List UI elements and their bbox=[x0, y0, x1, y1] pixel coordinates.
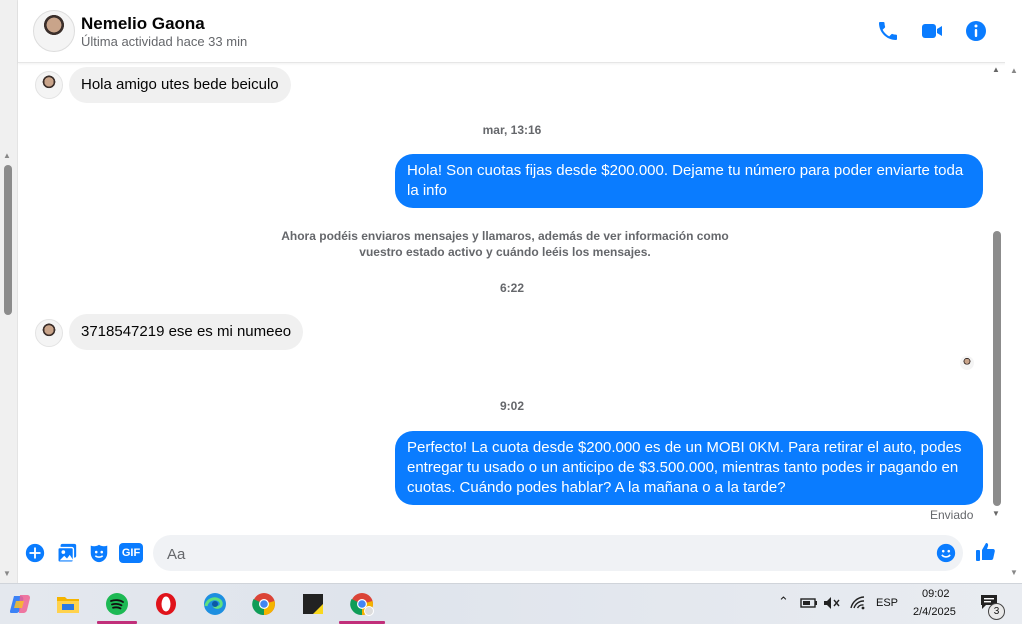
message-timestamp: mar, 13:16 bbox=[482, 123, 542, 137]
add-plus-icon[interactable] bbox=[24, 542, 46, 564]
contact-avatar[interactable] bbox=[33, 10, 75, 52]
opera-icon[interactable] bbox=[152, 590, 180, 618]
message-timestamp: 6:22 bbox=[499, 281, 525, 295]
sticker-icon[interactable] bbox=[88, 542, 110, 564]
photo-gallery-icon[interactable] bbox=[56, 542, 78, 564]
page-scroll-thumb[interactable] bbox=[4, 165, 12, 315]
scroll-up-arrow-icon[interactable]: ▲ bbox=[3, 152, 11, 160]
contact-avatar-small[interactable] bbox=[35, 319, 63, 347]
clock-time[interactable]: 09:02 bbox=[922, 588, 950, 600]
phone-call-icon[interactable] bbox=[876, 19, 900, 43]
scroll-down-arrow-icon[interactable]: ▼ bbox=[3, 570, 11, 578]
connection-notice: Ahora podéis enviaros mensajes y llamaro… bbox=[281, 229, 729, 259]
message-input[interactable] bbox=[165, 535, 929, 573]
copilot-icon[interactable] bbox=[6, 590, 34, 618]
thumbs-up-icon[interactable] bbox=[974, 540, 998, 564]
message-scrollbar[interactable]: ▲ ▼ bbox=[991, 63, 1003, 523]
show-hidden-icons-chevron-icon[interactable]: ⌃ bbox=[778, 594, 789, 610]
sticky-notes-icon[interactable] bbox=[299, 590, 327, 618]
message-timestamp: 9:02 bbox=[499, 399, 525, 413]
chrome-profile-icon[interactable] bbox=[348, 590, 376, 618]
video-call-icon[interactable] bbox=[920, 19, 944, 43]
taskbar: ⌃ ESP 09:02 2/4/2025 3 bbox=[0, 583, 1022, 624]
battery-plugged-icon[interactable] bbox=[800, 597, 818, 609]
emoji-icon[interactable] bbox=[935, 542, 957, 564]
contact-status: Última actividad hace 33 min bbox=[81, 34, 248, 49]
seen-indicator-avatar bbox=[960, 356, 974, 370]
input-language[interactable]: ESP bbox=[876, 597, 898, 609]
message-list[interactable]: Hola amigo utes bede beiculo mar, 13:16 … bbox=[18, 63, 1006, 523]
outgoing-message[interactable]: Hola! Son cuotas fijas desde $200.000. D… bbox=[395, 154, 983, 208]
chat-header: Nemelio Gaona Última actividad hace 33 m… bbox=[18, 0, 1006, 63]
gif-icon[interactable]: GIF bbox=[119, 543, 143, 563]
notification-badge: 3 bbox=[988, 603, 1005, 620]
contact-avatar-small[interactable] bbox=[35, 71, 63, 99]
info-icon[interactable] bbox=[964, 19, 988, 43]
incoming-message[interactable]: 3718547219 ese es mi numeeo bbox=[69, 314, 304, 350]
scroll-down-arrow-icon[interactable]: ▼ bbox=[1010, 568, 1018, 577]
wifi-icon[interactable] bbox=[850, 596, 866, 610]
edge-icon[interactable] bbox=[201, 590, 229, 618]
spotify-icon[interactable] bbox=[103, 590, 131, 618]
right-gutter: ▲ ▼ bbox=[1005, 0, 1022, 583]
message-composer: GIF bbox=[18, 528, 1006, 578]
sent-status: Enviado bbox=[930, 508, 974, 522]
file-explorer-icon[interactable] bbox=[54, 590, 82, 618]
chrome-icon[interactable] bbox=[250, 590, 278, 618]
scroll-down-arrow-icon[interactable]: ▼ bbox=[992, 509, 1000, 518]
scroll-up-arrow-icon[interactable]: ▲ bbox=[992, 65, 1000, 74]
incoming-message[interactable]: Hola amigo utes bede beiculo bbox=[69, 67, 291, 103]
message-input-container[interactable] bbox=[153, 535, 963, 573]
scroll-up-arrow-icon[interactable]: ▲ bbox=[1010, 66, 1018, 75]
volume-muted-icon[interactable] bbox=[823, 596, 841, 610]
chat-window: Nemelio Gaona Última actividad hace 33 m… bbox=[17, 0, 1006, 583]
page-scrollbar[interactable]: ▲ ▼ bbox=[0, 0, 16, 583]
contact-name[interactable]: Nemelio Gaona bbox=[81, 14, 205, 34]
clock-date[interactable]: 2/4/2025 bbox=[913, 606, 956, 618]
outgoing-message[interactable]: Perfecto! La cuota desde $200.000 es de … bbox=[395, 431, 983, 505]
message-scroll-thumb[interactable] bbox=[993, 231, 1001, 506]
